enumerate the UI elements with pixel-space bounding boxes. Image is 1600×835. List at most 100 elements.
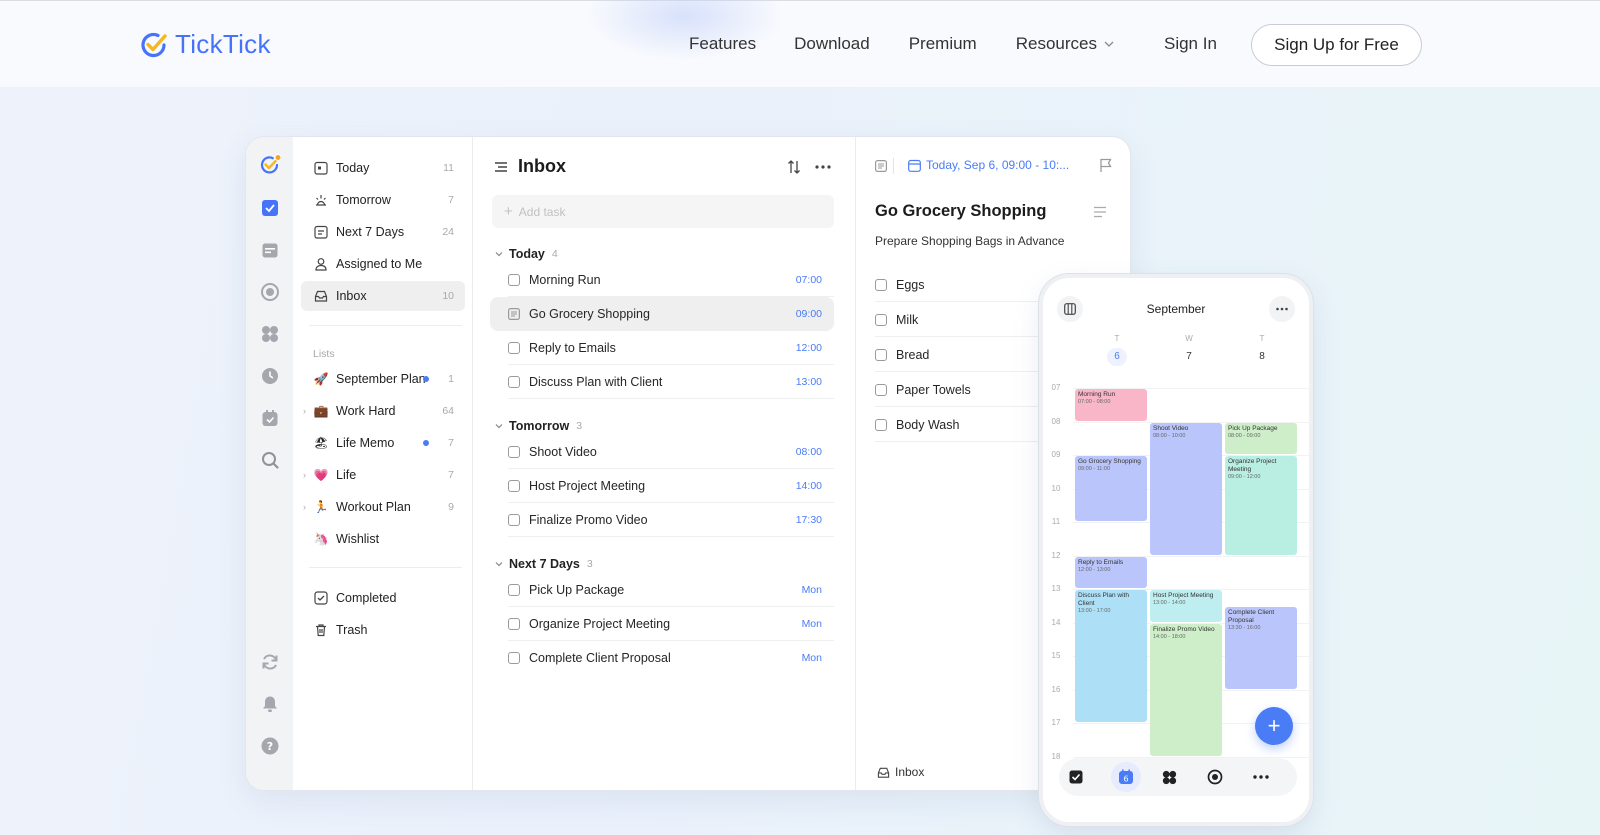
nav-features[interactable]: Features	[689, 34, 756, 54]
sidebar-item-inbox[interactable]: Inbox 10	[301, 281, 465, 311]
calendar-event[interactable]: Morning Run 07:00 - 08:00	[1075, 389, 1147, 421]
ticktick-logo[interactable]: TickTick	[139, 29, 271, 60]
calendar-event[interactable]: Shoot Video 08:00 - 10:00	[1150, 422, 1222, 555]
task-checkbox[interactable]	[508, 274, 520, 286]
task-checkbox[interactable]	[508, 446, 520, 458]
icon-rail: ?	[246, 137, 293, 790]
checkbox-icon[interactable]	[259, 197, 281, 219]
matrix-tab-icon[interactable]	[1158, 766, 1180, 788]
nav-resources[interactable]: Resources	[1016, 34, 1116, 54]
chevron-right-icon[interactable]: ›	[303, 470, 306, 480]
nav-sign-in[interactable]: Sign In	[1164, 34, 1217, 54]
task-row[interactable]: Complete Client Proposal Mon	[490, 641, 834, 675]
sidebar-item-next-7-days[interactable]: Next 7 Days 24	[301, 217, 465, 247]
sidebar-item-life[interactable]: › 💗 Life 7	[301, 460, 465, 490]
svg-text:?: ?	[267, 740, 273, 753]
calendar-event[interactable]: Organize Project Meeting 09:00 - 12:00	[1225, 456, 1297, 555]
flag-icon[interactable]	[1099, 158, 1113, 173]
chevron-right-icon[interactable]: ›	[303, 406, 306, 416]
add-event-button[interactable]: +	[1255, 707, 1293, 745]
sidebar-item-life-memo[interactable]: 🏖 Life Memo 7	[301, 428, 465, 458]
bell-icon[interactable]	[259, 693, 281, 715]
sidebar-item-work-hard[interactable]: › 💼 Work Hard 64	[301, 396, 465, 426]
calendar-event[interactable]: Reply to Emails 12:00 - 13:00	[1075, 556, 1147, 588]
calendar-event[interactable]: Host Project Meeting 13:00 - 14:00	[1150, 590, 1222, 622]
group-header-today[interactable]: Today 4	[494, 247, 558, 261]
clock-icon[interactable]	[259, 365, 281, 387]
search-icon[interactable]	[259, 449, 281, 471]
sidebar-item-assigned-to-me[interactable]: Assigned to Me	[301, 249, 465, 279]
list-emoji: 🏖	[313, 436, 329, 450]
note-icon[interactable]	[508, 308, 520, 320]
sidebar-item-completed[interactable]: Completed	[301, 583, 465, 613]
chevron-down-icon	[1104, 41, 1114, 47]
day-number-today[interactable]: 6	[1107, 348, 1127, 366]
more-options-icon[interactable]	[1269, 296, 1295, 322]
task-row[interactable]: Finalize Promo Video 17:30	[490, 503, 834, 537]
more-options-icon[interactable]	[815, 164, 831, 170]
task-checkbox[interactable]	[508, 618, 520, 630]
task-detail-title[interactable]: Go Grocery Shopping	[875, 202, 1046, 221]
focus-tab-icon[interactable]	[1204, 766, 1226, 788]
task-row[interactable]: Reply to Emails 12:00	[490, 331, 834, 365]
sidebar-item-label: Today	[336, 161, 370, 175]
task-description[interactable]: Prepare Shopping Bags in Advance	[875, 234, 1064, 248]
focus-icon[interactable]	[259, 281, 281, 303]
task-row[interactable]: Organize Project Meeting Mon	[490, 607, 834, 641]
description-icon[interactable]	[1093, 206, 1107, 218]
sidebar-item-workout-plan[interactable]: › 🏃 Workout Plan 9	[301, 492, 465, 522]
calendar-event[interactable]: Pick Up Package 08:00 - 09:00	[1225, 422, 1297, 454]
task-row[interactable]: Pick Up Package Mon	[490, 573, 834, 607]
task-checkbox[interactable]	[508, 514, 520, 526]
day-number[interactable]: 8	[1252, 348, 1272, 366]
nav-premium[interactable]: Premium	[909, 34, 977, 54]
calendar-tab-icon[interactable]: 6	[1111, 762, 1141, 792]
avatar-icon[interactable]	[259, 154, 281, 176]
sidebar-item-label: Workout Plan	[336, 500, 411, 514]
sort-icon[interactable]	[787, 159, 801, 175]
sidebar-item-tomorrow[interactable]: Tomorrow 7	[301, 185, 465, 215]
task-list-selector[interactable]: Inbox	[877, 765, 924, 779]
task-checkbox[interactable]	[508, 652, 520, 664]
task-time: 12:00	[795, 342, 822, 354]
note-icon[interactable]	[875, 160, 887, 172]
task-tab-icon[interactable]	[1065, 766, 1087, 788]
checklist-checkbox[interactable]	[875, 349, 887, 361]
task-row-selected[interactable]: Go Grocery Shopping 09:00	[490, 297, 834, 331]
task-checkbox[interactable]	[508, 480, 520, 492]
task-checkbox[interactable]	[508, 376, 520, 388]
due-date[interactable]: Today, Sep 6, 09:00 - 10:...	[926, 158, 1069, 172]
more-tab-icon[interactable]	[1250, 766, 1272, 788]
group-header-next-7-days[interactable]: Next 7 Days 3	[494, 557, 593, 571]
checklist-checkbox[interactable]	[875, 419, 887, 431]
nav-download[interactable]: Download	[794, 34, 870, 54]
sign-up-button[interactable]: Sign Up for Free	[1251, 24, 1422, 66]
task-checkbox[interactable]	[508, 342, 520, 354]
matrix-icon[interactable]	[259, 323, 281, 345]
sidebar-item-september-plan[interactable]: 🚀 September Plan 1	[301, 364, 465, 394]
sidebar-item-wishlist[interactable]: 🦄 Wishlist	[301, 524, 465, 554]
checklist-checkbox[interactable]	[875, 279, 887, 291]
calendar-icon[interactable]	[259, 239, 281, 261]
group-header-tomorrow[interactable]: Tomorrow 3	[494, 419, 582, 433]
calendar-event[interactable]: Go Grocery Shopping 09:00 - 11:00	[1075, 456, 1147, 521]
calendar-event[interactable]: Finalize Promo Video 14:00 - 18:00	[1150, 623, 1222, 756]
sidebar-item-trash[interactable]: Trash	[301, 615, 465, 645]
habit-icon[interactable]	[259, 407, 281, 429]
task-checkbox[interactable]	[508, 584, 520, 596]
task-row[interactable]: Discuss Plan with Client 13:00	[490, 365, 834, 399]
checklist-checkbox[interactable]	[875, 384, 887, 396]
menu-icon[interactable]	[494, 160, 508, 174]
checklist-checkbox[interactable]	[875, 314, 887, 326]
chevron-right-icon[interactable]: ›	[303, 502, 306, 512]
calendar-event[interactable]: Discuss Plan with Client 13:00 - 17:00	[1075, 590, 1147, 722]
sidebar-item-today[interactable]: Today 11	[301, 153, 465, 183]
help-icon[interactable]: ?	[259, 735, 281, 757]
calendar-event[interactable]: Complete Client Proposal 13:30 - 16:00	[1225, 606, 1297, 689]
sync-icon[interactable]	[259, 651, 281, 673]
add-task-input[interactable]: + Add task	[492, 195, 834, 228]
task-row[interactable]: Host Project Meeting 14:00	[490, 469, 834, 503]
task-row[interactable]: Morning Run 07:00	[490, 263, 834, 297]
day-number[interactable]: 7	[1179, 348, 1199, 366]
task-row[interactable]: Shoot Video 08:00	[490, 435, 834, 469]
